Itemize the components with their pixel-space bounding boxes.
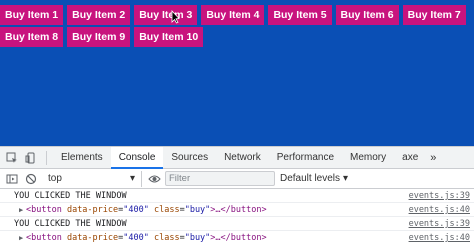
buy-item-9-button[interactable]: Buy Item 9 bbox=[67, 27, 131, 47]
tab-separator bbox=[46, 150, 47, 165]
console-output: YOU CLICKED THE WINDOW events.js:39 ▶ <b… bbox=[0, 189, 474, 244]
source-link[interactable]: events.js:40 bbox=[409, 231, 470, 244]
element-preview: <button data-price="400" class="buy">…</… bbox=[26, 205, 267, 215]
page-viewport: Buy Item 1 Buy Item 2 Buy Item 3 Buy Ite… bbox=[0, 0, 474, 146]
tab-sources[interactable]: Sources bbox=[163, 147, 216, 169]
console-element-log[interactable]: ▶ <button data-price="400" class="buy">…… bbox=[0, 203, 474, 217]
context-select[interactable]: top ▾ bbox=[42, 170, 142, 187]
tab-memory[interactable]: Memory bbox=[342, 147, 394, 169]
log-levels-label: Default levels bbox=[280, 173, 341, 184]
chevron-down-icon: ▾ bbox=[343, 173, 349, 184]
buy-item-8-button[interactable]: Buy Item 8 bbox=[0, 27, 64, 47]
expand-triangle-icon[interactable]: ▶ bbox=[19, 231, 23, 244]
source-link[interactable]: events.js:39 bbox=[409, 217, 470, 230]
console-message-text: YOU CLICKED THE WINDOW bbox=[14, 219, 127, 229]
console-message: YOU CLICKED THE WINDOW events.js:39 bbox=[0, 217, 474, 231]
expand-triangle-icon[interactable]: ▶ bbox=[19, 203, 23, 217]
tab-performance[interactable]: Performance bbox=[269, 147, 342, 169]
buy-item-4-button[interactable]: Buy Item 4 bbox=[201, 5, 265, 25]
buy-item-10-button[interactable]: Buy Item 10 bbox=[134, 27, 204, 47]
console-message: YOU CLICKED THE WINDOW events.js:39 bbox=[0, 189, 474, 203]
buy-item-1-button[interactable]: Buy Item 1 bbox=[0, 5, 64, 25]
context-select-value: top bbox=[48, 173, 62, 184]
devtools-tabbar: Elements Console Sources Network Perform… bbox=[0, 146, 474, 169]
console-element-log[interactable]: ▶ <button data-price="400" class="buy">…… bbox=[0, 231, 474, 244]
buy-item-2-button[interactable]: Buy Item 2 bbox=[67, 5, 131, 25]
clear-console-icon[interactable] bbox=[24, 172, 38, 186]
mouse-cursor-icon bbox=[171, 10, 180, 24]
buy-item-6-button[interactable]: Buy Item 6 bbox=[335, 5, 399, 25]
element-preview: <button data-price="400" class="buy">…</… bbox=[26, 233, 267, 243]
tab-network[interactable]: Network bbox=[216, 147, 269, 169]
buy-item-5-button[interactable]: Buy Item 5 bbox=[268, 5, 332, 25]
buy-item-7-button[interactable]: Buy Item 7 bbox=[402, 5, 466, 25]
log-levels-dropdown[interactable]: Default levels ▾ bbox=[280, 173, 348, 184]
devtools-panel: Elements Console Sources Network Perform… bbox=[0, 146, 474, 244]
source-link[interactable]: events.js:40 bbox=[409, 203, 470, 216]
eye-icon[interactable] bbox=[147, 172, 161, 186]
console-filterbar: top ▾ Filter Default levels ▾ bbox=[0, 169, 474, 189]
tab-axe[interactable]: axe bbox=[394, 147, 426, 169]
sidebar-toggle-icon[interactable] bbox=[5, 172, 19, 186]
source-link[interactable]: events.js:39 bbox=[409, 189, 470, 202]
chevron-down-icon: ▾ bbox=[129, 173, 135, 184]
tab-console[interactable]: Console bbox=[110, 146, 164, 169]
buy-item-3-button[interactable]: Buy Item 3 bbox=[134, 5, 198, 25]
console-message-text: YOU CLICKED THE WINDOW bbox=[14, 191, 127, 201]
filter-input[interactable]: Filter bbox=[165, 171, 275, 186]
inspect-element-icon[interactable] bbox=[5, 151, 19, 165]
device-toolbar-icon[interactable] bbox=[24, 151, 38, 165]
more-tabs-button[interactable]: » bbox=[426, 152, 440, 164]
tab-elements[interactable]: Elements bbox=[53, 147, 111, 169]
buy-button-row: Buy Item 1 Buy Item 2 Buy Item 3 Buy Ite… bbox=[0, 5, 474, 47]
